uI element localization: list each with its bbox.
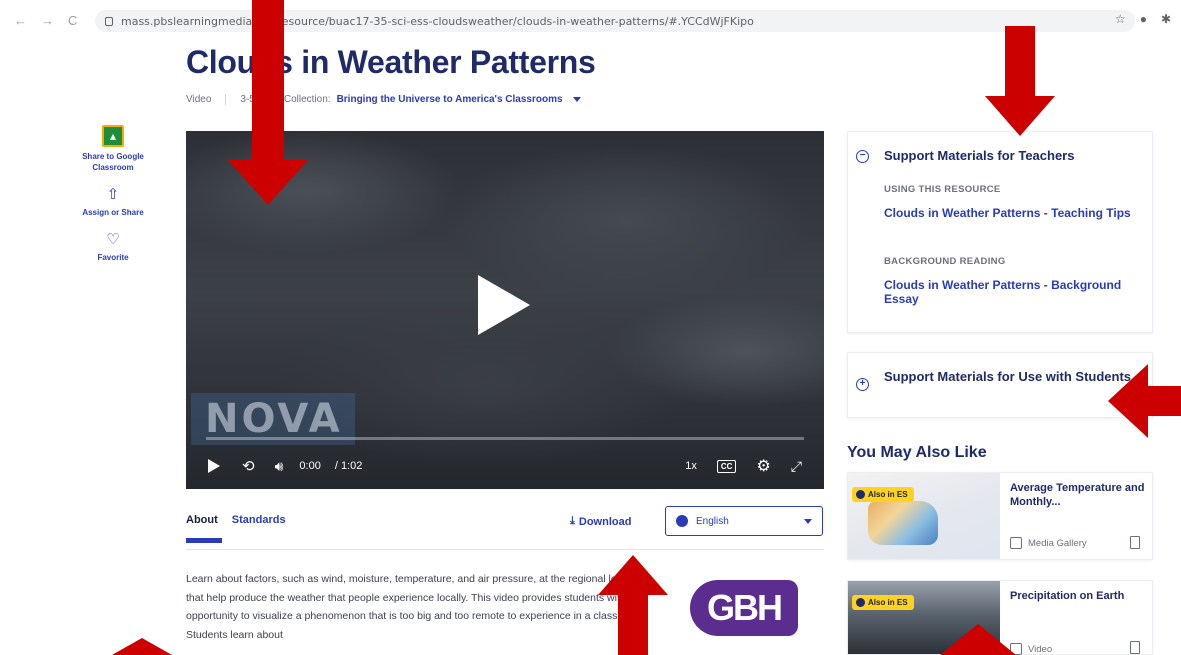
- page-title: Clouds in Weather Patterns: [186, 44, 596, 80]
- also-in-es-badge: Also in ES: [852, 595, 914, 610]
- chevron-down-icon: [804, 519, 812, 524]
- language-select[interactable]: English: [665, 506, 823, 536]
- browser-toolbar: ← → C mass.pbslearningmedia.org/resource…: [0, 0, 1181, 40]
- tab-about[interactable]: About: [186, 514, 222, 543]
- action-rail: ▴ Share to Google Classroom ⇧ Assign or …: [80, 125, 146, 277]
- download-label: Download: [578, 515, 632, 528]
- heart-icon: ♡: [106, 231, 120, 248]
- video-progress-bar[interactable]: [206, 437, 804, 440]
- type-label: Media Gallery: [1028, 537, 1087, 549]
- type-label: Video: [1028, 643, 1053, 655]
- recommendation-card[interactable]: Also in ES Average Temperature and Month…: [847, 472, 1153, 560]
- resource-description: Learn about factors, such as wind, moist…: [186, 573, 645, 641]
- resource-meta: Video 3-5 Collection: Bringing the Unive…: [186, 94, 581, 105]
- fullscreen-icon[interactable]: ⤢: [791, 458, 802, 475]
- share-google-classroom-label: Share to Google Classroom: [82, 152, 144, 172]
- tab-standards[interactable]: Standards: [232, 514, 286, 526]
- recommendation-type: Video: [1010, 643, 1052, 655]
- support-materials-students-panel[interactable]: + Support Materials for Use with Student…: [847, 352, 1153, 418]
- play-icon[interactable]: [208, 459, 220, 473]
- temperature-map-image: [868, 501, 938, 545]
- globe-icon: [676, 515, 688, 527]
- section-divider: [186, 549, 824, 550]
- language-value: English: [696, 515, 729, 527]
- lock-icon: [105, 16, 113, 26]
- badge-label: Also in ES: [868, 598, 908, 607]
- support-materials-teachers-panel: − Support Materials for Teachers USING T…: [847, 131, 1153, 333]
- recommendation-title[interactable]: Average Temperature and Monthly...: [1010, 481, 1148, 509]
- collection-link[interactable]: Bringing the Universe to America's Class…: [337, 94, 563, 105]
- play-overlay-icon[interactable]: [478, 275, 530, 335]
- video-right-controls: 1x CC ⚙ ⤢: [685, 456, 802, 476]
- extension-icon[interactable]: ●: [1140, 12, 1147, 26]
- recommendation-card[interactable]: Also in ES Precipitation on Earth Video: [847, 580, 1153, 655]
- duration: / 1:02: [334, 460, 363, 472]
- google-classroom-icon: ▴: [102, 125, 124, 147]
- url-text: mass.pbslearningmedia.org/resource/buac1…: [121, 14, 754, 28]
- annotation-arrow-up: [112, 638, 172, 655]
- back-icon[interactable]: ←: [14, 13, 27, 28]
- recommendation-thumbnail: Also in ES: [848, 581, 1000, 654]
- also-like-heading: You May Also Like: [847, 444, 987, 461]
- badge-label: Also in ES: [868, 490, 908, 499]
- puzzle-icon[interactable]: ✱: [1161, 12, 1171, 26]
- rewind-icon[interactable]: ⟲: [242, 457, 255, 475]
- captions-button[interactable]: CC: [716, 459, 737, 473]
- browser-nav: ← → C: [14, 13, 77, 28]
- recommendation-thumbnail: Also in ES: [848, 473, 1000, 559]
- favorite-button[interactable]: ♡ Favorite: [80, 232, 146, 263]
- current-time: 0:00: [299, 460, 321, 472]
- document-icon: [1130, 536, 1140, 549]
- recommendation-title[interactable]: Precipitation on Earth: [1010, 589, 1148, 603]
- expand-icon[interactable]: +: [856, 378, 869, 391]
- globe-icon: [856, 598, 865, 607]
- share-google-classroom-button[interactable]: ▴ Share to Google Classroom: [80, 125, 146, 173]
- recommendation-type: Media Gallery: [1010, 537, 1087, 549]
- video-controls: ⟲ 🔊︎ 0:00 / 1:02 1x CC ⚙ ⤢: [186, 451, 824, 481]
- video-icon: [1010, 643, 1022, 655]
- meta-divider: [268, 94, 270, 105]
- collapse-icon[interactable]: −: [856, 150, 869, 163]
- gbh-logo[interactable]: GBH: [690, 580, 798, 636]
- support-students-heading[interactable]: Support Materials for Use with Students: [884, 369, 1134, 385]
- annotation-arrow-down: [985, 26, 1055, 138]
- media-gallery-icon: [1010, 537, 1022, 549]
- address-bar[interactable]: mass.pbslearningmedia.org/resource/buac1…: [95, 10, 1135, 32]
- teaching-tips-link[interactable]: Clouds in Weather Patterns - Teaching Ti…: [884, 206, 1146, 220]
- also-in-es-badge: Also in ES: [852, 487, 914, 502]
- meta-divider: [225, 94, 227, 105]
- download-button[interactable]: ⤓ Download: [570, 515, 631, 528]
- assign-share-button[interactable]: ⇧ Assign or Share: [80, 187, 146, 218]
- gear-icon[interactable]: ⚙: [756, 456, 770, 476]
- reload-icon[interactable]: C: [68, 13, 77, 28]
- forward-icon[interactable]: →: [41, 13, 54, 28]
- document-icon: [1130, 641, 1140, 654]
- share-icon: ⇧: [106, 186, 120, 203]
- collection-label: Collection:: [283, 94, 331, 105]
- volume-icon[interactable]: 🔊︎: [275, 458, 284, 475]
- section-label-background: BACKGROUND READING: [884, 256, 1006, 267]
- chevron-down-icon[interactable]: [572, 97, 581, 102]
- background-essay-link[interactable]: Clouds in Weather Patterns - Background …: [884, 278, 1146, 306]
- playback-speed-button[interactable]: 1x: [685, 460, 697, 472]
- globe-icon: [856, 490, 865, 499]
- support-teachers-heading[interactable]: Support Materials for Teachers: [884, 148, 1074, 164]
- assign-share-label: Assign or Share: [82, 208, 144, 217]
- favorite-label: Favorite: [97, 253, 129, 262]
- media-type: Video: [186, 94, 212, 105]
- video-player[interactable]: NOVA ⟲ 🔊︎ 0:00 / 1:02 1x CC ⚙ ⤢: [186, 131, 824, 489]
- grade-range: 3-5: [240, 94, 255, 105]
- bookmark-star-icon[interactable]: ☆: [1115, 12, 1126, 26]
- content-tabs: About Standards: [186, 514, 286, 543]
- section-label-using: USING THIS RESOURCE: [884, 184, 1001, 195]
- download-icon: ⤓: [570, 515, 575, 527]
- extensions-area: ☆ ● ✱: [1115, 12, 1171, 26]
